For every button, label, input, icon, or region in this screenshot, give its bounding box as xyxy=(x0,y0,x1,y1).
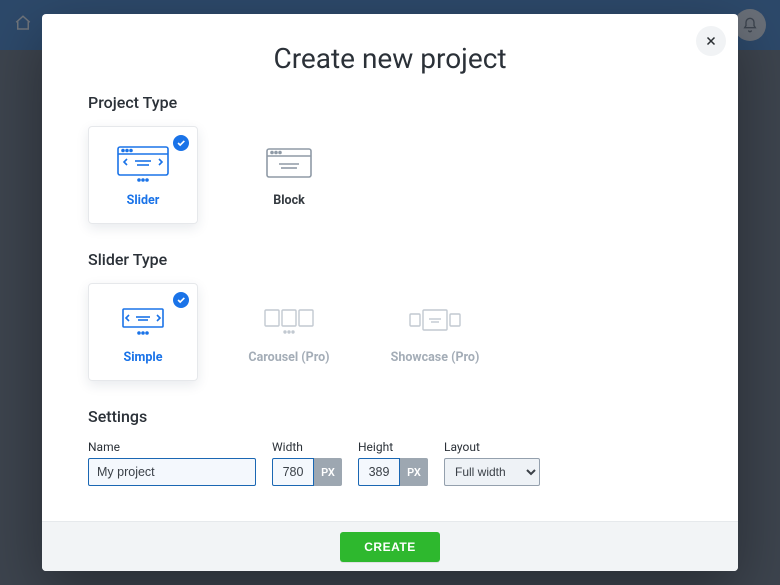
project-type-section: Project Type xyxy=(88,93,692,224)
width-field-group: Width PX xyxy=(272,440,342,486)
name-input[interactable] xyxy=(88,458,256,486)
height-field-group: Height PX xyxy=(358,440,428,486)
slider-type-option-simple[interactable]: Simple xyxy=(88,283,198,381)
width-unit[interactable]: PX xyxy=(314,458,342,486)
close-icon xyxy=(705,32,717,51)
check-icon xyxy=(173,135,189,151)
width-label: Width xyxy=(272,440,342,454)
name-label: Name xyxy=(88,440,256,454)
slider-icon xyxy=(116,143,170,185)
create-button[interactable]: CREATE xyxy=(340,532,439,562)
slider-type-heading: Slider Type xyxy=(88,250,692,269)
settings-row: Name Width PX Height PX xyxy=(88,440,692,486)
card-label: Showcase (Pro) xyxy=(391,350,480,365)
slider-type-options: Simple Carousel (Pro) xyxy=(88,283,692,381)
modal-footer: CREATE xyxy=(42,521,738,571)
layout-select[interactable]: Full width xyxy=(444,458,540,486)
name-field-group: Name xyxy=(88,440,256,486)
height-unit[interactable]: PX xyxy=(400,458,428,486)
block-icon xyxy=(265,143,313,185)
modal-title: Create new project xyxy=(88,42,692,75)
close-button[interactable] xyxy=(696,26,726,56)
layout-label: Layout xyxy=(444,440,540,454)
settings-section: Settings Name Width PX Height xyxy=(88,407,692,486)
create-project-modal: Create new project Project Type xyxy=(42,14,738,571)
slider-type-option-showcase[interactable]: Showcase (Pro) xyxy=(380,283,490,381)
slider-type-section: Slider Type Simple xyxy=(88,250,692,381)
showcase-icon xyxy=(406,300,464,342)
project-type-option-block[interactable]: Block xyxy=(234,126,344,224)
slider-type-option-carousel[interactable]: Carousel (Pro) xyxy=(234,283,344,381)
check-icon xyxy=(173,292,189,308)
project-type-option-slider[interactable]: Slider xyxy=(88,126,198,224)
card-label: Carousel (Pro) xyxy=(248,350,329,365)
modal-body: Create new project Project Type xyxy=(42,14,738,521)
width-input[interactable] xyxy=(272,458,314,486)
card-label: Simple xyxy=(124,350,163,365)
card-label: Block xyxy=(273,193,305,208)
height-label: Height xyxy=(358,440,428,454)
project-type-heading: Project Type xyxy=(88,93,692,112)
project-type-options: Slider Block xyxy=(88,126,692,224)
simple-icon xyxy=(117,300,169,342)
settings-heading: Settings xyxy=(88,407,692,426)
carousel-icon xyxy=(261,300,317,342)
height-input[interactable] xyxy=(358,458,400,486)
card-label: Slider xyxy=(127,193,160,208)
layout-field-group: Layout Full width xyxy=(444,440,540,486)
